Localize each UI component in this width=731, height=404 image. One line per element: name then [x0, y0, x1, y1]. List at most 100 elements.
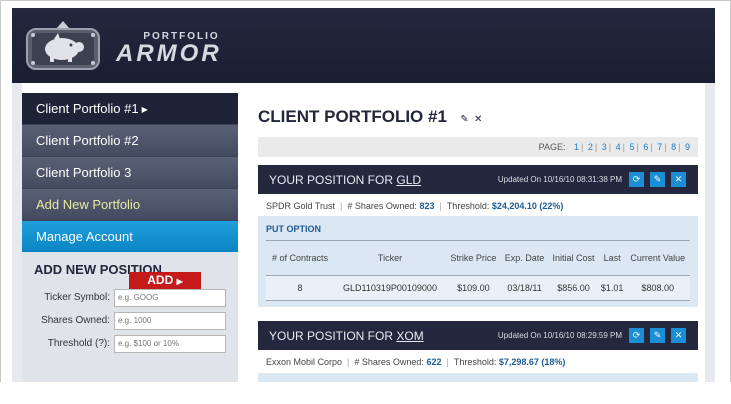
sidebar: Client Portfolio #1 ▶ Client Portfolio #2…: [22, 93, 238, 382]
position-updated-time: Updated On 10/16/10 08:31:38 PM: [497, 175, 622, 184]
position-title-prefix: YOUR POSITION FOR: [269, 329, 394, 343]
add-position-panel: ADD NEW POSITION Ticker Symbol: Shares O…: [22, 252, 238, 354]
add-position-button[interactable]: ADD ▶: [129, 272, 201, 289]
right-border-strip: [705, 83, 715, 382]
page-link-4[interactable]: 4: [616, 142, 621, 152]
position-title: YOUR POSITION FOR XOM: [269, 329, 424, 343]
position-ticker-link[interactable]: GLD: [396, 173, 421, 187]
info-divider: |: [446, 357, 449, 367]
site-header: PORTFOLIO ARMOR: [12, 8, 715, 83]
table-header-row: # of Contracts Ticker Strike Price Exp. …: [266, 240, 690, 276]
caret-right-icon: ▶: [141, 105, 148, 114]
edit-icon[interactable]: ✎: [460, 114, 468, 125]
column-header: Current Value: [625, 240, 690, 276]
pager-divider: |: [636, 142, 639, 152]
position-title: YOUR POSITION FOR GLD: [269, 173, 421, 187]
position-header-gld: YOUR POSITION FOR GLD Updated On 10/16/1…: [258, 165, 698, 194]
position-name: SPDR Gold Trust: [266, 201, 336, 211]
arrow-right-icon: ▶: [176, 277, 183, 286]
shares-value: 823: [419, 201, 435, 211]
main-content: CLIENT PORTFOLIO #1 ✎ ✕ PAGE: 1 | 2 | 3 | 4…: [248, 93, 705, 382]
brand-logo[interactable]: PORTFOLIO ARMOR: [116, 32, 222, 66]
threshold-value: $24,204.10 (22%): [491, 201, 564, 211]
page-bottom: [0, 382, 731, 404]
pager-divider: |: [622, 142, 625, 152]
table-cell: $856.00: [548, 275, 599, 301]
column-header: # of Contracts: [266, 240, 334, 276]
page-link-5[interactable]: 5: [629, 142, 634, 152]
position-header-xom: YOUR POSITION FOR XOM Updated On 10/16/1…: [258, 321, 698, 350]
logo-line2: ARMOR: [116, 40, 222, 67]
refresh-icon[interactable]: ⟳: [629, 328, 644, 343]
pager-divider: |: [678, 142, 681, 152]
page-link-3[interactable]: 3: [602, 142, 607, 152]
shares-label: Shares Owned:: [41, 315, 110, 326]
ticker-row: Ticker Symbol:: [34, 287, 226, 308]
threshold-row: Threshold (?):: [34, 333, 226, 354]
page-link-1[interactable]: 1: [574, 142, 579, 152]
table-cell: 03/18/11: [500, 275, 549, 301]
threshold-label: Threshold:: [453, 357, 497, 367]
option-panel-xom: [258, 373, 698, 382]
option-panel-gld: PUT OPTION # of Contracts Ticker Strike …: [258, 216, 698, 307]
threshold-value: $7,298.67 (18%): [498, 357, 566, 367]
pager-divider: |: [664, 142, 667, 152]
pagination: PAGE: 1 | 2 | 3 | 4 | 5 | 6 | 7 | 8 | 9: [258, 137, 698, 157]
page-link-2[interactable]: 2: [588, 142, 593, 152]
sidebar-item-label: Client Portfolio #1: [36, 101, 139, 116]
ticker-symbol-input[interactable]: [114, 288, 226, 307]
shares-owned-input[interactable]: [114, 311, 226, 330]
pager-divider: |: [581, 142, 584, 152]
option-type-label: PUT OPTION: [266, 224, 322, 234]
position-ticker-link[interactable]: XOM: [396, 329, 423, 343]
shares-label: # Shares Owned:: [347, 201, 417, 211]
threshold-label: Threshold:: [446, 201, 490, 211]
pager-divider: |: [608, 142, 612, 152]
left-border-strip: [12, 83, 22, 382]
column-header: Initial Cost: [548, 240, 599, 276]
info-divider: |: [439, 201, 442, 211]
column-header: Last: [598, 240, 626, 276]
column-header: Strike Price: [446, 240, 501, 276]
table-cell: $808.00: [625, 275, 690, 301]
page-link-7[interactable]: 7: [657, 142, 662, 152]
shares-row: Shares Owned:: [34, 310, 226, 331]
page-title: CLIENT PORTFOLIO #1: [258, 107, 447, 126]
add-button-label: ADD: [147, 273, 174, 287]
portfolio-title-row: CLIENT PORTFOLIO #1 ✎ ✕: [258, 107, 482, 127]
edit-icon[interactable]: ✎: [650, 172, 665, 187]
position-info-xom: Exxon Mobil Corpo | # Shares Owned: 622 | Th…: [266, 357, 565, 367]
position-updated-time: Updated On 10/16/10 08:29:59 PM: [497, 331, 622, 340]
close-icon[interactable]: ✕: [671, 172, 686, 187]
info-divider: |: [340, 201, 343, 211]
piggy-bank-logo-icon[interactable]: [24, 20, 102, 72]
page-link-6[interactable]: 6: [643, 142, 648, 152]
table-cell: $1.01: [598, 275, 626, 301]
sidebar-item-client-portfolio-2[interactable]: Client Portfolio #2: [22, 125, 238, 157]
ticker-label: Ticker Symbol:: [44, 292, 110, 303]
pager-divider: |: [650, 142, 653, 152]
sidebar-item-label: Manage Account: [36, 229, 133, 244]
sidebar-item-label: Client Portfolio #2: [36, 133, 139, 148]
sidebar-item-client-portfolio-1[interactable]: Client Portfolio #1 ▶: [22, 93, 238, 125]
refresh-icon[interactable]: ⟳: [629, 172, 644, 187]
sidebar-item-label: Client Portfolio 3: [36, 165, 132, 180]
page-link-8[interactable]: 8: [671, 142, 676, 152]
close-icon[interactable]: ✕: [671, 328, 686, 343]
edit-icon[interactable]: ✎: [650, 328, 665, 343]
table-cell: $109.00: [446, 275, 501, 301]
position-title-prefix: YOUR POSITION FOR: [269, 173, 394, 187]
close-icon[interactable]: ✕: [474, 114, 482, 125]
sidebar-item-add-new-portfolio[interactable]: Add New Portfolio: [22, 189, 238, 221]
sidebar-item-client-portfolio-3[interactable]: Client Portfolio 3: [22, 157, 238, 189]
options-table: # of Contracts Ticker Strike Price Exp. …: [266, 240, 690, 301]
position-name: Exxon Mobil Corpo: [266, 357, 343, 367]
table-cell: 8: [266, 275, 334, 301]
page-link-9[interactable]: 9: [685, 142, 690, 152]
threshold-input[interactable]: [114, 334, 226, 353]
info-divider: |: [347, 357, 350, 367]
sidebar-item-label: Add New Portfolio: [36, 197, 141, 212]
sidebar-item-manage-account[interactable]: Manage Account: [22, 221, 238, 252]
column-header: Exp. Date: [500, 240, 549, 276]
table-cell: GLD110319P00109000: [334, 275, 446, 301]
